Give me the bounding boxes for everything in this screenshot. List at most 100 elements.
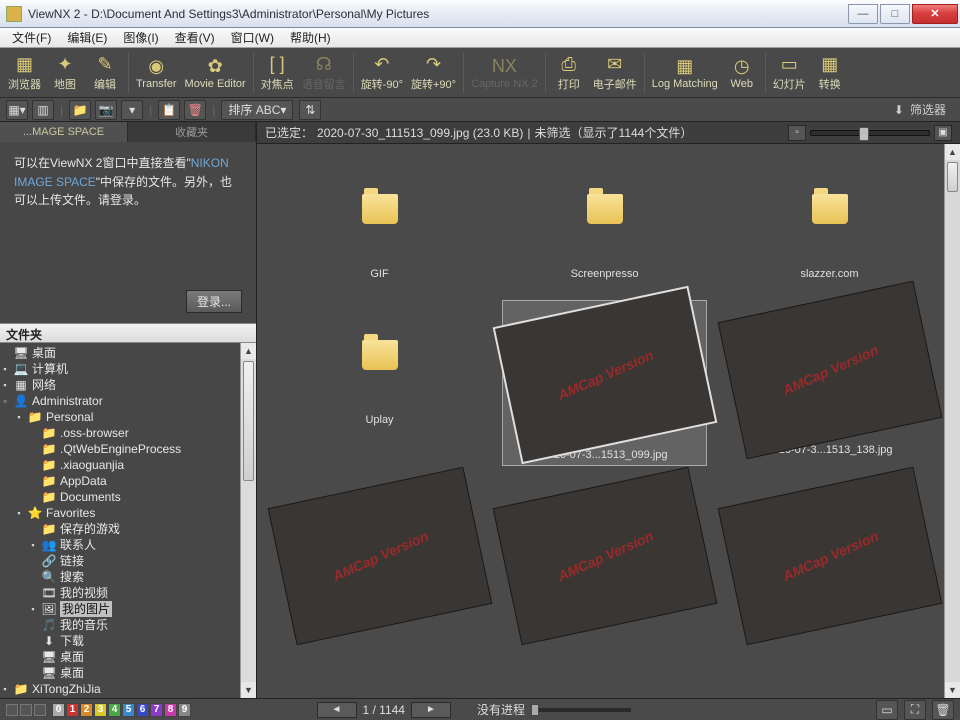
tree-item[interactable]: 🖥桌面 bbox=[0, 665, 256, 681]
menu-item[interactable]: 编辑(E) bbox=[59, 27, 115, 48]
close-button[interactable]: ✕ bbox=[912, 4, 958, 24]
filter-button[interactable]: ⬇ 筛选器 bbox=[886, 99, 954, 120]
rating-3[interactable]: 3 bbox=[94, 703, 107, 717]
thumbs-scrollbar[interactable]: ▲▼ bbox=[944, 144, 960, 698]
toggle-a-button[interactable]: ▭ bbox=[876, 700, 898, 720]
progress-slider[interactable] bbox=[531, 708, 631, 712]
content-header: 已选定： 2020-07-30_111513_099.jpg (23.0 KB)… bbox=[257, 122, 960, 144]
rating-4[interactable]: 4 bbox=[108, 703, 121, 717]
toolbar--[interactable]: ✎编辑 bbox=[85, 50, 125, 96]
filter-status: 未筛选（显示了1144个文件） bbox=[535, 124, 693, 141]
rating-5[interactable]: 5 bbox=[122, 703, 135, 717]
tree-item[interactable]: 🔍搜索 bbox=[0, 569, 256, 585]
tree-item[interactable]: 📁.oss-browser bbox=[0, 425, 256, 441]
tree-item[interactable]: ▪📁XiTongZhiJia bbox=[0, 681, 256, 697]
camera-button[interactable]: 📷 bbox=[95, 100, 117, 120]
menu-item[interactable]: 文件(F) bbox=[4, 27, 59, 48]
menu-item[interactable]: 图像(I) bbox=[115, 27, 166, 48]
image-thumb[interactable]: AMCap Version bbox=[502, 486, 707, 626]
menu-item[interactable]: 查看(V) bbox=[167, 27, 223, 48]
tab-favorites[interactable]: 收藏夹 bbox=[128, 122, 256, 142]
paste-button[interactable]: 📋 bbox=[158, 100, 180, 120]
toolbar--90-[interactable]: ↶旋转-90° bbox=[357, 50, 407, 96]
toolbar--[interactable]: ⎙打印 bbox=[549, 50, 589, 96]
toolbar-log-matching[interactable]: ▦Log Matching bbox=[648, 50, 722, 96]
tree-item[interactable]: 📁Documents bbox=[0, 489, 256, 505]
folder-thumb[interactable]: slazzer.com bbox=[727, 154, 932, 280]
menubar: 文件(F)编辑(E)图像(I)查看(V)窗口(W)帮助(H) bbox=[0, 28, 960, 48]
tab-image-space[interactable]: ...MAGE SPACE bbox=[0, 122, 128, 142]
rating-0[interactable]: 0 bbox=[52, 703, 65, 717]
folder-button[interactable]: 📁 bbox=[69, 100, 91, 120]
toolbar--[interactable]: ✉电子邮件 bbox=[589, 50, 641, 96]
toolbar-transfer[interactable]: ◉Transfer bbox=[132, 50, 181, 96]
rating-labels[interactable]: 0123456789 bbox=[52, 703, 191, 717]
tree-item[interactable]: 🎞我的视频 bbox=[0, 585, 256, 601]
tree-item[interactable]: ▪👥联系人 bbox=[0, 537, 256, 553]
tree-item[interactable]: ▪⭐Favorites bbox=[0, 505, 256, 521]
zoom-slider[interactable] bbox=[810, 130, 930, 136]
rating-7[interactable]: 7 bbox=[150, 703, 163, 717]
tree-item[interactable]: ▪💻计算机 bbox=[0, 361, 256, 377]
dropdown-button[interactable]: ▾ bbox=[121, 100, 143, 120]
image-space-info: 可以在ViewNX 2窗口中直接查看"NIKON IMAGE SPACE"中保存… bbox=[0, 142, 256, 290]
tree-item[interactable]: 🖥桌面 bbox=[0, 345, 256, 361]
toolbar-movie-editor[interactable]: ✿Movie Editor bbox=[181, 50, 250, 96]
tree-item[interactable]: 🔗链接 bbox=[0, 553, 256, 569]
tree-item[interactable]: 📁AppData bbox=[0, 473, 256, 489]
tree-item[interactable]: 📁.QtWebEngineProcess bbox=[0, 441, 256, 457]
titlebar: ViewNX 2 - D:\Document And Settings3\Adm… bbox=[0, 0, 960, 28]
toolbar-capture-nx-2: NXCapture NX 2 bbox=[467, 50, 542, 96]
sort-button[interactable]: 排序 ABC ▾ bbox=[221, 100, 293, 120]
folder-thumb[interactable]: Uplay bbox=[277, 300, 482, 466]
tree-item[interactable]: 📁保存的游戏 bbox=[0, 521, 256, 537]
sort-dir-button[interactable]: ⇅ bbox=[299, 100, 321, 120]
tree-item[interactable]: ⬇下载 bbox=[0, 633, 256, 649]
view-small-button[interactable]: ▫ bbox=[788, 125, 806, 141]
tree-item[interactable]: 🖥桌面 bbox=[0, 649, 256, 665]
toolbar--[interactable]: ▦浏览器 bbox=[4, 50, 45, 96]
tree-item[interactable]: 🎵我的音乐 bbox=[0, 617, 256, 633]
tree-item[interactable]: ▪📁Personal bbox=[0, 409, 256, 425]
login-button[interactable]: 登录... bbox=[186, 290, 242, 313]
folder-thumb[interactable]: Screenpresso bbox=[502, 154, 707, 280]
menu-item[interactable]: 窗口(W) bbox=[223, 27, 282, 48]
bottom-bar: 0123456789 ◄ 1 / 1144 ► 没有进程 ▭ ⛶ 🗑 bbox=[0, 698, 960, 720]
folder-thumb[interactable]: GIF bbox=[277, 154, 482, 280]
rating-9[interactable]: 9 bbox=[178, 703, 191, 717]
toolbar--[interactable]: ✦地图 bbox=[45, 50, 85, 96]
fullscreen-button[interactable]: ⛶ bbox=[904, 700, 926, 720]
tree-item[interactable]: ▪▦网络 bbox=[0, 377, 256, 393]
image-thumb[interactable]: AMCap Version bbox=[727, 486, 932, 626]
maximize-button[interactable]: □ bbox=[880, 4, 910, 24]
view-large-button[interactable]: ▣ bbox=[934, 125, 952, 141]
rating-6[interactable]: 6 bbox=[136, 703, 149, 717]
toolbar--[interactable]: ▭幻灯片 bbox=[769, 50, 810, 96]
tree-item[interactable]: ▫👤Administrator bbox=[0, 393, 256, 409]
folder-tree: 🖥桌面▪💻计算机▪▦网络▫👤Administrator▪📁Personal📁.o… bbox=[0, 343, 256, 698]
image-thumb[interactable]: AMCap Version2020-07-3...1513_138.jpg bbox=[727, 300, 932, 466]
prev-button[interactable]: ◄ bbox=[317, 702, 357, 718]
tree-item[interactable]: 📁.xiaoguanjia bbox=[0, 457, 256, 473]
menu-item[interactable]: 帮助(H) bbox=[282, 27, 339, 48]
selected-file: 2020-07-30_111513_099.jpg (23.0 KB) bbox=[317, 126, 523, 140]
window-title: ViewNX 2 - D:\Document And Settings3\Adm… bbox=[28, 7, 846, 21]
view-grid-button[interactable]: ▦▾ bbox=[6, 100, 28, 120]
next-button[interactable]: ► bbox=[411, 702, 451, 718]
toolbar--[interactable]: ▦转换 bbox=[810, 50, 850, 96]
toolbar--90-[interactable]: ↷旋转+90° bbox=[407, 50, 460, 96]
layout-squares[interactable] bbox=[6, 704, 46, 716]
view-thumb-button[interactable]: ▥ bbox=[32, 100, 54, 120]
tree-item[interactable]: ▪🖼我的图片 bbox=[0, 601, 256, 617]
image-thumb[interactable]: AMCap Version bbox=[277, 486, 482, 626]
rating-1[interactable]: 1 bbox=[66, 703, 79, 717]
toolbar--[interactable]: [ ]对焦点 bbox=[257, 50, 298, 96]
rating-2[interactable]: 2 bbox=[80, 703, 93, 717]
tree-scrollbar[interactable]: ▲▼ bbox=[240, 343, 256, 698]
rating-8[interactable]: 8 bbox=[164, 703, 177, 717]
toolbar-web[interactable]: ◷Web bbox=[722, 50, 762, 96]
delete-button[interactable]: 🗑 bbox=[184, 100, 206, 120]
image-thumb[interactable]: AMCap Version2020-07-3...1513_099.jpg bbox=[502, 300, 707, 466]
trash-button[interactable]: 🗑 bbox=[932, 700, 954, 720]
minimize-button[interactable]: — bbox=[848, 4, 878, 24]
